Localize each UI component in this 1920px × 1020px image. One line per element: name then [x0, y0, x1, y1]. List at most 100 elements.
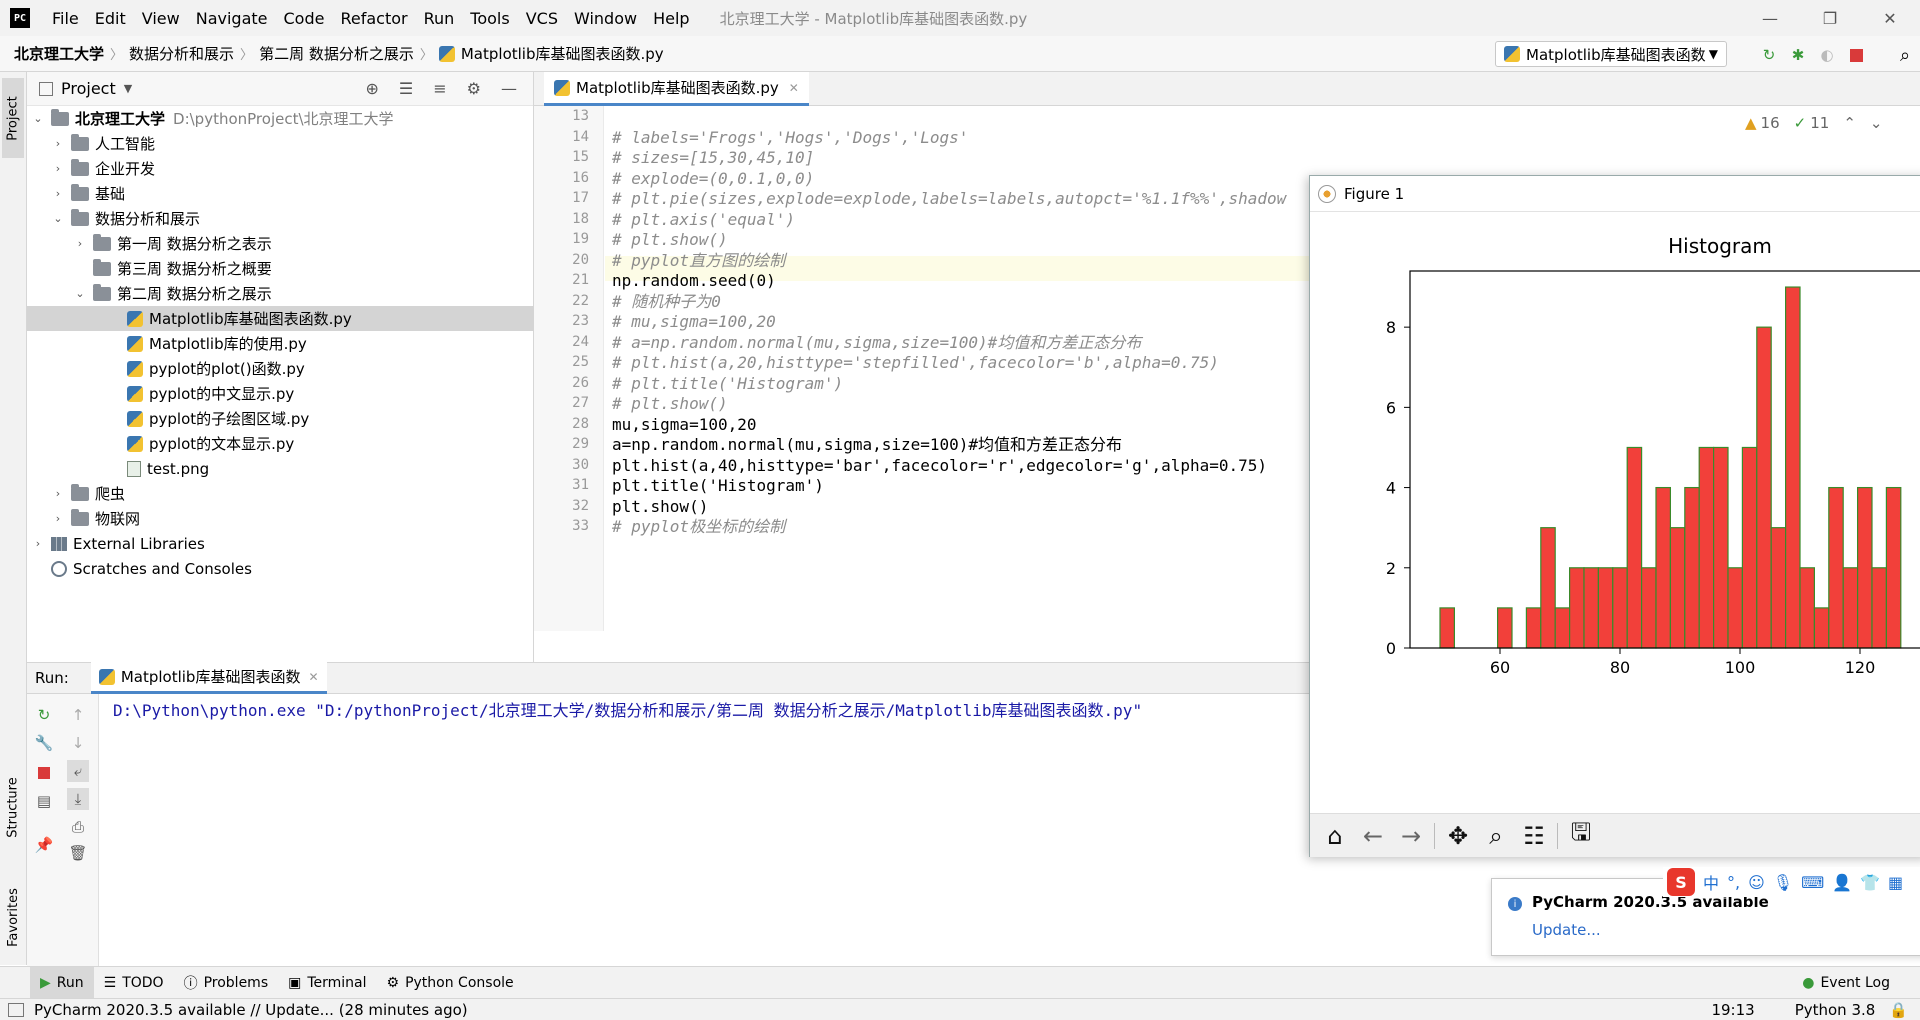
project-tool-tab[interactable]: Project — [2, 78, 24, 158]
todo-tool-tab[interactable]: ☰ TODO — [94, 967, 174, 999]
search-icon[interactable]: ⌕ — [1894, 44, 1916, 66]
figure-window[interactable]: Figure 1 Histogram 60 80 100 120 0 2 4 6 8 ⌂ ← → … — [1309, 175, 1920, 857]
mic-icon[interactable]: 🎙 — [1773, 873, 1793, 892]
project-panel-title[interactable]: Project — [61, 79, 116, 98]
caret-position[interactable]: 19:13 — [1711, 1001, 1754, 1019]
breadcrumb-file[interactable]: Matplotlib库基础图表函数.py — [461, 43, 664, 64]
zoom-icon[interactable]: ⌕ — [1481, 821, 1511, 851]
ime-lang[interactable]: 中 — [1703, 870, 1719, 894]
python-console-tool-tab[interactable]: ⚙ Python Console — [377, 967, 524, 999]
breadcrumb-root[interactable]: 北京理工大学 — [14, 43, 104, 64]
save-icon[interactable]: 🖫 — [1566, 818, 1596, 851]
tree-item-external-libraries[interactable]: › External Libraries — [27, 531, 534, 556]
chevron-up-icon[interactable]: ⌃ — [1843, 114, 1856, 132]
emoji-icon[interactable]: ☺ — [1748, 873, 1765, 892]
event-log-tool-tab[interactable]: ● Event Log — [1792, 967, 1900, 999]
stop-icon[interactable] — [1845, 44, 1867, 66]
tree-item-file[interactable]: pyplot的中文显示.py — [27, 381, 534, 406]
figure-titlebar[interactable]: Figure 1 — [1310, 176, 1920, 212]
print-icon[interactable]: ⎙ — [67, 816, 89, 838]
tree-item-project-root[interactable]: ⌄ 北京理工大学 D:\pythonProject\北京理工大学 — [27, 106, 534, 131]
menu-edit[interactable]: Edit — [87, 9, 134, 28]
breadcrumb-folder[interactable]: 数据分析和展示 — [129, 43, 234, 64]
keyboard-icon[interactable]: ⌨ — [1801, 873, 1824, 892]
inspection-widget[interactable]: ▲ 16 ✓ 11 ⌃ ⌄ — [1745, 114, 1882, 132]
up-arrow-icon[interactable]: ↑ — [67, 704, 89, 726]
debug-icon[interactable]: ✱ — [1787, 44, 1809, 66]
menu-window[interactable]: Window — [566, 9, 645, 28]
close-tab-icon[interactable]: ✕ — [789, 81, 799, 95]
editor-tab-active[interactable]: Matplotlib库基础图表函数.py ✕ — [544, 72, 809, 106]
trash-icon[interactable]: 🗑 — [67, 842, 89, 864]
user-icon[interactable]: 👤 — [1832, 873, 1852, 892]
chevron-down-icon[interactable]: ⌄ — [1870, 114, 1883, 132]
run-tool-tab[interactable]: ▶ Run — [30, 966, 94, 999]
hide-icon[interactable]: — — [501, 79, 517, 98]
close-tab-icon[interactable]: ✕ — [308, 670, 318, 684]
skin-icon[interactable]: 👕 — [1860, 873, 1880, 892]
tree-item-folder[interactable]: ⌄ 数据分析和展示 — [27, 206, 534, 231]
interpreter[interactable]: Python 3.8 — [1795, 1001, 1876, 1019]
wrench-icon[interactable]: 🔧 — [33, 732, 55, 754]
layout-icon[interactable]: ▤ — [33, 790, 55, 812]
run-config-select[interactable]: Matplotlib库基础图表函数 ▼ — [1495, 41, 1727, 67]
lock-icon[interactable]: 🔒 — [1889, 1001, 1908, 1019]
menu-view[interactable]: View — [134, 9, 188, 28]
breadcrumb-subfolder[interactable]: 第二周 数据分析之展示 — [259, 43, 414, 64]
update-link[interactable]: Update... — [1532, 921, 1601, 939]
minimize-icon[interactable]: — — [1740, 0, 1800, 36]
menu-refactor[interactable]: Refactor — [332, 9, 415, 28]
restore-icon[interactable]: ❐ — [1800, 0, 1860, 36]
tree-item-file-selected[interactable]: Matplotlib库基础图表函数.py — [27, 306, 534, 331]
tree-item-file[interactable]: Matplotlib库的使用.py — [27, 331, 534, 356]
menu-navigate[interactable]: Navigate — [188, 9, 276, 28]
menu-tools[interactable]: Tools — [462, 9, 517, 28]
pin-icon[interactable]: 📌 — [33, 834, 55, 856]
expand-all-icon[interactable]: ☰ — [399, 79, 413, 98]
status-message[interactable]: PyCharm 2020.3.5 available // Update... … — [34, 1001, 468, 1019]
problems-tool-tab[interactable]: ⓘ Problems — [174, 967, 279, 999]
tree-item-folder[interactable]: › 爬虫 — [27, 481, 534, 506]
tree-item-folder[interactable]: › 基础 — [27, 181, 534, 206]
tree-item-scratches[interactable]: Scratches and Consoles — [27, 556, 534, 581]
home-icon[interactable]: ⌂ — [1320, 821, 1350, 851]
forward-arrow-icon[interactable]: → — [1396, 821, 1426, 851]
chevron-down-icon[interactable]: ▼ — [124, 82, 132, 95]
menu-file[interactable]: File — [44, 9, 87, 28]
tree-item-folder[interactable]: › 物联网 — [27, 506, 534, 531]
ime-punct[interactable]: °, — [1727, 873, 1740, 892]
gear-icon[interactable]: ⚙ — [467, 79, 481, 98]
rerun-icon[interactable]: ↻ — [1758, 44, 1780, 66]
menu-run[interactable]: Run — [416, 9, 463, 28]
run-tab[interactable]: Matplotlib库基础图表函数 ✕ — [90, 662, 327, 694]
favorites-tool-tab[interactable]: Favorites — [2, 872, 24, 962]
rerun-icon[interactable]: ↻ — [33, 704, 55, 726]
tree-item-folder[interactable]: › 第一周 数据分析之表示 — [27, 231, 534, 256]
sogou-logo-icon[interactable]: S — [1667, 868, 1695, 896]
pan-icon[interactable]: ✥ — [1443, 821, 1473, 851]
locate-icon[interactable]: ⊕ — [366, 79, 379, 98]
tree-item-file[interactable]: pyplot的plot()函数.py — [27, 356, 534, 381]
tree-item-folder[interactable]: 第三周 数据分析之概要 — [27, 256, 534, 281]
configure-icon[interactable]: ☷ — [1519, 821, 1549, 851]
structure-tool-tab[interactable]: Structure — [2, 762, 24, 852]
collapse-all-icon[interactable]: ≡ — [433, 79, 446, 98]
menu-vcs[interactable]: VCS — [518, 9, 566, 28]
tree-item-file[interactable]: test.png — [27, 456, 534, 481]
stop-icon[interactable] — [33, 762, 55, 784]
coverage-icon[interactable]: ◐ — [1816, 44, 1838, 66]
tree-item-folder[interactable]: › 企业开发 — [27, 156, 534, 181]
tree-item-folder[interactable]: › 人工智能 — [27, 131, 534, 156]
menu-help[interactable]: Help — [645, 9, 697, 28]
down-arrow-icon[interactable]: ↓ — [67, 732, 89, 754]
tree-item-file[interactable]: pyplot的子绘图区域.py — [27, 406, 534, 431]
close-icon[interactable]: ✕ — [1860, 0, 1920, 36]
grid-icon[interactable]: ▦ — [1888, 873, 1903, 892]
tree-item-folder[interactable]: ⌄ 第二周 数据分析之展示 — [27, 281, 534, 306]
soft-wrap-icon[interactable]: ⤶ — [67, 760, 89, 782]
tool-windows-icon[interactable] — [8, 1002, 24, 1017]
tree-item-file[interactable]: pyplot的文本显示.py — [27, 431, 534, 456]
terminal-tool-tab[interactable]: ▣ Terminal — [278, 967, 376, 999]
back-arrow-icon[interactable]: ← — [1358, 821, 1388, 851]
scroll-to-end-icon[interactable]: ⤓ — [67, 788, 89, 810]
